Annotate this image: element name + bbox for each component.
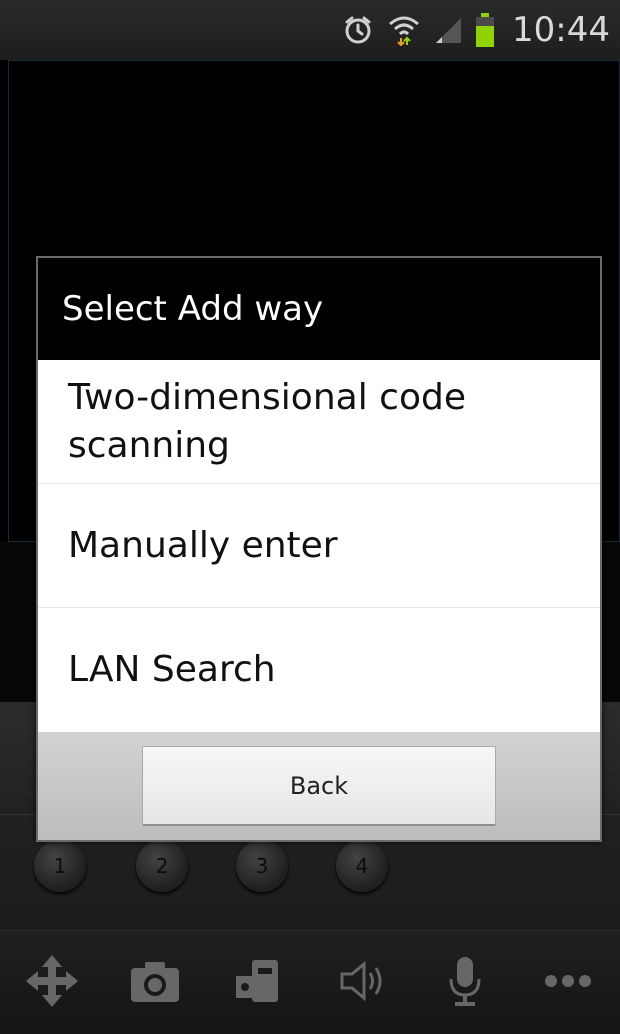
option-qr-code-scanning[interactable]: Two-dimensional code scanning [38, 360, 600, 484]
signal-icon [434, 16, 462, 44]
status-time: 10:44 [512, 10, 610, 50]
battery-icon [476, 13, 495, 47]
wifi-icon [388, 14, 420, 46]
select-add-way-dialog: Select Add way Two-dimensional code scan… [36, 256, 602, 842]
dialog-option-list: Two-dimensional code scanning Manually e… [38, 360, 600, 732]
back-button[interactable]: Back [142, 746, 496, 826]
dialog-title: Select Add way [62, 289, 324, 329]
option-lan-search[interactable]: LAN Search [38, 608, 600, 732]
alarm-icon [342, 14, 374, 46]
status-bar: 10:44 [0, 0, 620, 60]
device-screen: 10:44 1 2 3 4 Select Add way Two-dimensi… [0, 0, 620, 1034]
option-manually-enter[interactable]: Manually enter [38, 484, 600, 608]
dialog-footer: Back [38, 732, 600, 840]
